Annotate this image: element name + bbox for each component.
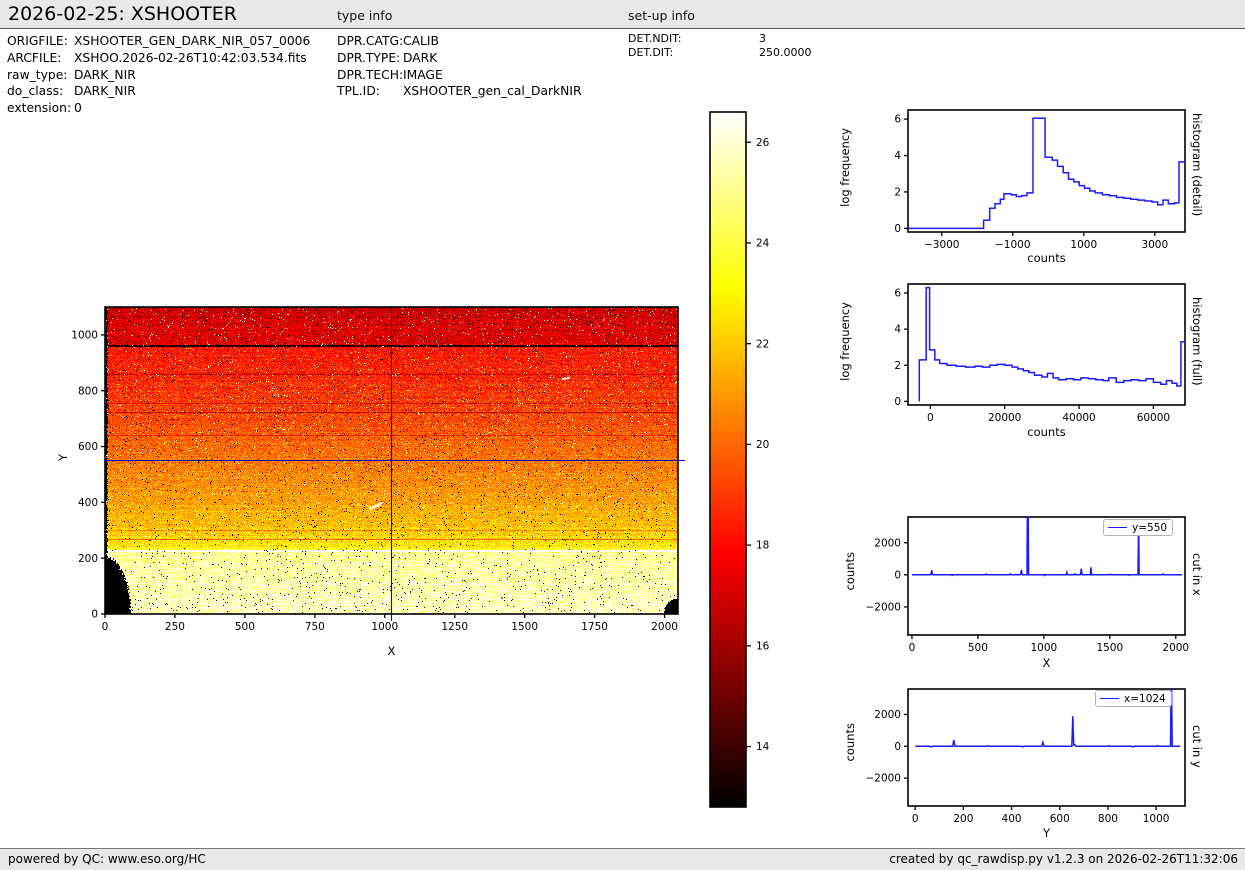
hist-full-side-label: histogram (full) <box>1190 297 1204 386</box>
cut-y-legend: x=1024 <box>1095 690 1172 707</box>
x-tick-label: 1500 <box>511 621 538 633</box>
y-tick-label: 4 <box>894 324 901 336</box>
hist-detail-side-label: histogram (detail) <box>1190 113 1204 216</box>
hist-detail-ylabel: log frequency <box>838 128 852 207</box>
main-yaxis-label: Y <box>56 454 70 461</box>
y-tick-label: 2000 <box>874 709 901 721</box>
footer-bar: powered by QC: www.eso.org/HC created by… <box>0 848 1245 870</box>
cut-x-legend-label: y=550 <box>1132 522 1167 534</box>
y-tick-label: 400 <box>78 497 98 509</box>
colorbar-frame <box>710 112 746 807</box>
x-tick-label: 750 <box>305 621 325 633</box>
colorbar-tick-label: 26 <box>756 137 770 149</box>
y-tick-label: 200 <box>78 553 98 565</box>
colorbar-tick-label: 18 <box>756 540 769 552</box>
x-tick-label: 600 <box>1050 813 1070 825</box>
x-tick-label: −1000 <box>995 239 1031 251</box>
axes-frame <box>908 110 1185 232</box>
y-tick-label: 0 <box>894 396 901 408</box>
hist-full-ylabel: log frequency <box>838 302 852 381</box>
x-tick-label: 60000 <box>1137 412 1170 424</box>
legend-line-swatch <box>1100 698 1119 699</box>
x-tick-label: 0 <box>909 642 916 654</box>
y-tick-label: 800 <box>78 385 98 397</box>
x-tick-label: 200 <box>953 813 973 825</box>
x-tick-label: 500 <box>968 642 988 654</box>
footer-left-text: powered by QC: www.eso.org/HC <box>8 852 206 866</box>
x-tick-label: −3000 <box>924 239 960 251</box>
y-tick-label: 1000 <box>71 330 98 342</box>
x-tick-label: 1000 <box>1143 813 1170 825</box>
cut-x-xlabel: X <box>908 656 1185 670</box>
x-tick-label: 3000 <box>1141 239 1168 251</box>
y-tick-label: 6 <box>894 114 901 126</box>
hist-detail-xlabel: counts <box>908 251 1185 265</box>
cut-x-side-label: cut in x <box>1190 553 1204 596</box>
cut-x-legend: y=550 <box>1103 519 1173 536</box>
footer-right-text: created by qc_rawdisp.py v1.2.3 on 2026-… <box>889 852 1238 866</box>
qc-rawdisp-report: 2026-02-25: XSHOOTER type info set-up in… <box>0 0 1245 870</box>
x-tick-label: 1750 <box>581 621 608 633</box>
y-tick-label: 0 <box>894 223 901 235</box>
legend-line-swatch <box>1108 527 1127 528</box>
cut-x-ylabel: counts <box>843 552 857 590</box>
y-tick-label: 4 <box>894 150 901 162</box>
x-tick-label: 400 <box>1002 813 1022 825</box>
cut-y-xlabel: Y <box>908 826 1185 840</box>
x-tick-label: 20000 <box>988 412 1021 424</box>
y-tick-label: 2 <box>894 360 901 372</box>
main-xaxis-label: X <box>105 644 678 658</box>
colorbar-tick-label: 16 <box>756 640 770 652</box>
cut-y-ylabel: counts <box>843 723 857 761</box>
x-tick-label: 1000 <box>1070 239 1097 251</box>
y-tick-label: 0 <box>894 741 901 753</box>
y-tick-label: 600 <box>78 441 98 453</box>
y-tick-label: −2000 <box>865 773 901 785</box>
x-tick-label: 250 <box>165 621 185 633</box>
x-tick-label: 1000 <box>371 621 398 633</box>
x-tick-label: 2000 <box>651 621 678 633</box>
y-tick-label: 2000 <box>874 537 901 549</box>
histogram-detail-curve <box>908 118 1185 228</box>
x-tick-label: 0 <box>927 412 934 424</box>
y-tick-label: 0 <box>91 609 98 621</box>
colorbar-tick-label: 20 <box>756 439 769 451</box>
x-tick-label: 40000 <box>1062 412 1095 424</box>
x-tick-label: 1500 <box>1096 642 1123 654</box>
y-tick-label: 0 <box>894 569 901 581</box>
histogram-full-curve <box>919 288 1185 402</box>
colorbar-tick-label: 14 <box>756 741 770 753</box>
y-tick-label: 6 <box>894 288 901 300</box>
x-tick-label: 0 <box>912 813 919 825</box>
x-tick-label: 1000 <box>1030 642 1057 654</box>
x-tick-label: 1250 <box>441 621 468 633</box>
x-tick-label: 500 <box>235 621 255 633</box>
y-tick-label: 2 <box>894 187 901 199</box>
colorbar-tick-label: 22 <box>756 338 769 350</box>
x-tick-label: 800 <box>1098 813 1118 825</box>
x-tick-label: 2000 <box>1162 642 1189 654</box>
cut-y-legend-label: x=1024 <box>1124 693 1166 705</box>
colorbar-tick-label: 24 <box>756 238 770 250</box>
axes-frame <box>908 284 1185 405</box>
x-tick-label: 0 <box>102 621 109 633</box>
hist-full-xlabel: counts <box>908 425 1185 439</box>
cut-y-side-label: cut in y <box>1190 725 1204 768</box>
y-tick-label: −2000 <box>865 602 901 614</box>
